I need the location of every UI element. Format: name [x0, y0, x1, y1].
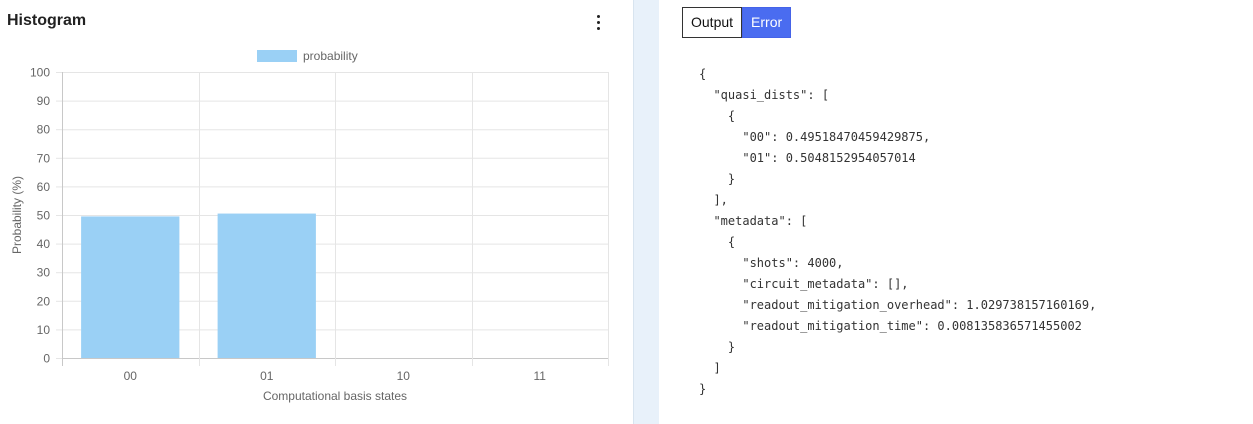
- result-panel: Output Error { "quasi_dists": [ { "00": …: [659, 0, 1253, 424]
- histogram-chart: 0 10 20 30 40 50 60 70 80 90 100 00 01 10 11 Computatio…: [0, 0, 633, 424]
- y-tick-label: 40: [37, 237, 51, 251]
- tab-output[interactable]: Output: [682, 7, 743, 38]
- chart-bars: [81, 213, 316, 358]
- bar-00: [81, 216, 180, 358]
- legend-label[interactable]: probability: [303, 49, 358, 63]
- y-tick-label: 100: [30, 66, 50, 80]
- y-tick-label: 10: [37, 323, 51, 337]
- chart-svg: 0 10 20 30 40 50 60 70 80 90 100 00 01 10 11 Computatio…: [10, 49, 609, 403]
- app-root: Histogram 0 10 20 30 40 50 60 70 80 90 100 00 01 10 11…: [0, 0, 1253, 424]
- x-axis-title: Computational basis states: [263, 389, 407, 403]
- y-tick-label: 20: [37, 294, 51, 308]
- legend-swatch[interactable]: [257, 50, 297, 62]
- y-tick-label: 30: [37, 266, 51, 280]
- y-tick-label: 50: [37, 209, 51, 223]
- y-tick-label: 70: [37, 151, 51, 165]
- x-tick-label: 00: [124, 369, 138, 383]
- chart-legend[interactable]: probability: [257, 49, 358, 63]
- tab-bar: Output Error: [682, 7, 792, 38]
- x-tick-label: 01: [260, 369, 274, 383]
- x-tick-label: 10: [397, 369, 411, 383]
- histogram-panel: Histogram 0 10 20 30 40 50 60 70 80 90 100 00 01 10 11…: [0, 0, 633, 424]
- y-axis-title: Probability (%): [10, 176, 24, 254]
- panel-divider[interactable]: [633, 0, 659, 424]
- y-tick-label: 0: [43, 352, 50, 366]
- bar-01: [217, 213, 316, 358]
- tab-error[interactable]: Error: [742, 7, 792, 38]
- y-tick-label: 90: [37, 94, 51, 108]
- y-tick-label: 80: [37, 123, 51, 137]
- x-tick-label: 11: [534, 369, 547, 383]
- json-output: { "quasi_dists": [ { "00": 0.49518470459…: [699, 67, 1097, 396]
- y-tick-label: 60: [37, 180, 51, 194]
